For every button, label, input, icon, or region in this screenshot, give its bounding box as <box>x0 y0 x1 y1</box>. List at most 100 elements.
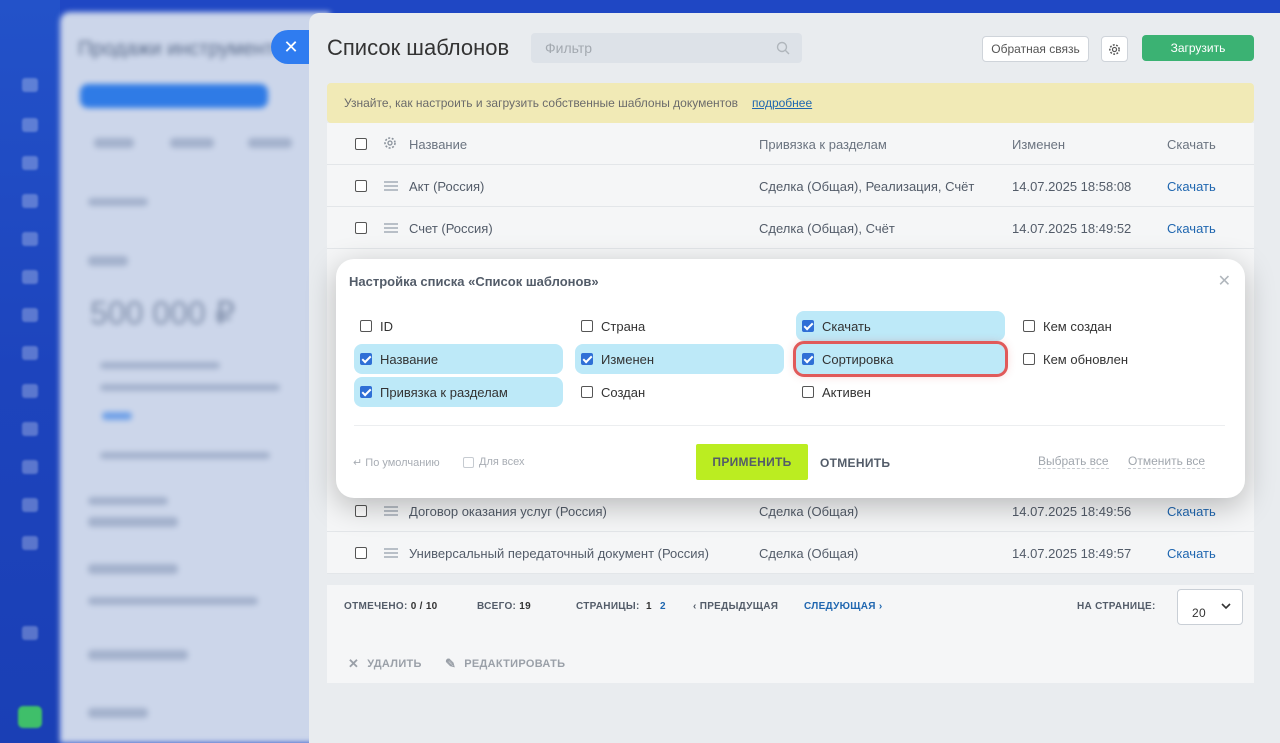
checkbox[interactable] <box>581 353 593 365</box>
option-country[interactable]: Страна <box>575 311 784 341</box>
per-page-value: 20 <box>1192 606 1206 620</box>
checkbox[interactable] <box>802 386 814 398</box>
gear-icon[interactable] <box>383 136 397 150</box>
row-download-link[interactable]: Скачать <box>1167 179 1216 194</box>
background-amount: 500 000 ₽ <box>90 295 235 331</box>
nav-icon <box>22 536 38 550</box>
option-download[interactable]: Скачать <box>796 311 1005 341</box>
option-sort[interactable]: Сортировка <box>793 341 1008 377</box>
row-name: Договор оказания услуг (Россия) <box>409 504 607 519</box>
checkbox[interactable] <box>463 456 474 468</box>
nav-icon <box>22 118 38 132</box>
drag-handle-icon[interactable] <box>384 548 398 558</box>
checkbox[interactable] <box>360 353 372 365</box>
column-header-download[interactable]: Скачать <box>1167 137 1216 152</box>
option-modified[interactable]: Изменен <box>575 344 784 374</box>
row-download-link[interactable]: Скачать <box>1167 221 1216 236</box>
checkbox[interactable] <box>581 320 593 332</box>
option-name[interactable]: Название <box>354 344 563 374</box>
row-modified: 14.07.2025 18:49:52 <box>1012 221 1132 236</box>
close-icon: ✕ <box>348 656 360 671</box>
option-created[interactable]: Создан <box>575 377 784 407</box>
column-header-modified[interactable]: Изменен <box>1012 137 1065 152</box>
group-actions-bar: ✕ УДАЛИТЬ ✎ РЕДАКТИРОВАТЬ <box>327 639 1254 683</box>
close-slider-button[interactable]: ✕ <box>271 30 311 64</box>
row-name: Счет (Россия) <box>409 221 493 236</box>
column-header-binding[interactable]: Привязка к разделам <box>759 137 887 152</box>
option-id[interactable]: ID <box>354 311 563 341</box>
status-icon <box>18 706 42 728</box>
edit-label: РЕДАКТИРОВАТЬ <box>464 658 566 670</box>
row-binding: Сделка (Общая), Реализация, Счёт <box>759 179 975 194</box>
checkbox[interactable] <box>802 353 814 365</box>
cancel-button[interactable]: ОТМЕНИТЬ <box>820 456 890 470</box>
apply-button[interactable]: ПРИМЕНИТЬ <box>696 444 808 480</box>
search-icon[interactable] <box>776 41 790 55</box>
row-checkbox[interactable] <box>355 547 367 559</box>
select-all-link[interactable]: Выбрать все <box>1038 454 1109 469</box>
settings-button[interactable] <box>1101 36 1128 62</box>
option-label: Кем создан <box>1043 319 1112 334</box>
divider <box>354 425 1225 426</box>
notice-text: Узнайте, как настроить и загрузить собст… <box>344 96 739 110</box>
next-page-button[interactable]: СЛЕДУЮЩАЯ › <box>804 601 882 612</box>
nav-icon <box>22 422 38 436</box>
info-notice: Узнайте, как настроить и загрузить собст… <box>327 83 1254 123</box>
option-label: Изменен <box>601 352 655 367</box>
row-checkbox[interactable] <box>355 222 367 234</box>
feedback-button[interactable]: Обратная связь <box>982 36 1089 62</box>
table-row[interactable]: Универсальный передаточный документ (Рос… <box>327 532 1254 574</box>
chevron-down-icon <box>1221 603 1231 610</box>
nav-icon <box>22 498 38 512</box>
row-download-link[interactable]: Скачать <box>1167 504 1216 519</box>
checkbox[interactable] <box>360 386 372 398</box>
nav-icon <box>22 460 38 474</box>
reset-default-button[interactable]: ↵ По умолчанию <box>353 456 440 469</box>
for-all-checkbox[interactable]: Для всех <box>463 456 524 468</box>
option-created-by[interactable]: Кем создан <box>1017 311 1226 341</box>
row-checkbox[interactable] <box>355 180 367 192</box>
row-modified: 14.07.2025 18:58:08 <box>1012 179 1132 194</box>
checkbox[interactable] <box>1023 320 1035 332</box>
option-active[interactable]: Активен <box>796 377 1005 407</box>
option-label: ID <box>380 319 393 334</box>
filter-input[interactable]: Фильтр <box>531 33 802 63</box>
nav-icon <box>22 270 38 284</box>
row-name: Акт (Россия) <box>409 179 485 194</box>
select-all-checkbox[interactable] <box>355 138 367 150</box>
option-label: Кем обновлен <box>1043 352 1129 367</box>
drag-handle-icon[interactable] <box>384 223 398 233</box>
per-page-label: НА СТРАНИЦЕ: <box>1077 601 1156 612</box>
checkbox[interactable] <box>802 320 814 332</box>
total-count: ВСЕГО: 19 <box>477 601 532 612</box>
drag-handle-icon[interactable] <box>384 506 398 516</box>
checkbox[interactable] <box>1023 353 1035 365</box>
checkbox[interactable] <box>581 386 593 398</box>
upload-button[interactable]: Загрузить <box>1142 35 1254 61</box>
prev-page-button[interactable]: ‹ ПРЕДЫДУЩАЯ <box>693 601 778 612</box>
row-checkbox[interactable] <box>355 505 367 517</box>
row-download-link[interactable]: Скачать <box>1167 546 1216 561</box>
option-binding[interactable]: Привязка к разделам <box>354 377 563 407</box>
row-modified: 14.07.2025 18:49:57 <box>1012 546 1132 561</box>
edit-button[interactable]: ✎ РЕДАКТИРОВАТЬ <box>445 656 565 672</box>
checkbox[interactable] <box>360 320 372 332</box>
row-binding: Сделка (Общая), Счёт <box>759 221 895 236</box>
row-binding: Сделка (Общая) <box>759 546 859 561</box>
modal-title: Настройка списка «Список шаблонов» <box>349 274 599 289</box>
per-page-select[interactable]: 20 <box>1177 589 1243 625</box>
notice-more-link[interactable]: подробнее <box>752 96 812 110</box>
option-updated-by[interactable]: Кем обновлен <box>1017 344 1226 374</box>
deselect-all-link[interactable]: Отменить все <box>1128 454 1206 469</box>
close-icon[interactable]: ✕ <box>1218 271 1231 291</box>
default-label: По умолчанию <box>365 457 440 469</box>
page-2-link[interactable]: 2 <box>660 601 666 612</box>
row-name: Универсальный передаточный документ (Рос… <box>409 546 709 561</box>
drag-handle-icon[interactable] <box>384 181 398 191</box>
column-header-name[interactable]: Название <box>409 137 467 152</box>
table-row[interactable]: Акт (Россия) Сделка (Общая), Реализация,… <box>327 165 1254 207</box>
option-label: Создан <box>601 385 646 400</box>
delete-button[interactable]: ✕ УДАЛИТЬ <box>348 656 422 672</box>
pencil-icon: ✎ <box>445 656 457 671</box>
table-row[interactable]: Счет (Россия) Сделка (Общая), Счёт 14.07… <box>327 207 1254 249</box>
